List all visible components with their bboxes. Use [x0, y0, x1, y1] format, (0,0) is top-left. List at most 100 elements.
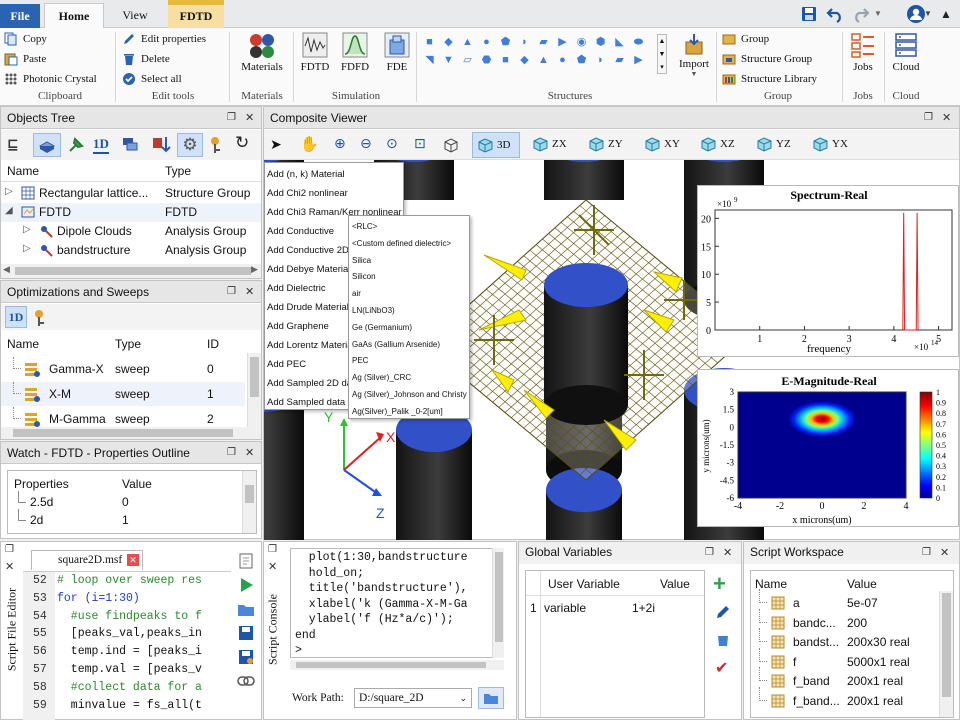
view-xz-button[interactable]: XZ: [696, 132, 744, 158]
materials-button[interactable]: Materials: [234, 32, 290, 73]
add-variable-icon[interactable]: +: [713, 573, 733, 595]
property-value[interactable]: 0: [122, 495, 129, 509]
close-panel-icon[interactable]: ✕: [245, 285, 254, 298]
v-scrollbar[interactable]: [492, 548, 504, 658]
pointer-icon[interactable]: ➤: [270, 136, 282, 153]
tab-file[interactable]: File: [0, 4, 40, 28]
property-value[interactable]: 1: [122, 513, 129, 527]
tree-row[interactable]: ▷ Dipole Clouds Analysis Group: [1, 222, 261, 241]
expand-toggle-icon[interactable]: ◢: [5, 205, 13, 216]
view-zx-button[interactable]: ZX: [528, 132, 576, 158]
structure-shape-icon[interactable]: ●: [555, 53, 570, 67]
apply-check-icon[interactable]: ✔: [715, 658, 728, 678]
zoom-fit-icon[interactable]: ⊙: [386, 135, 398, 152]
h-scrollbar[interactable]: ◀ ▶: [1, 264, 261, 278]
save-as-icon[interactable]: [237, 648, 255, 666]
close-panel-icon[interactable]: ✕: [940, 546, 949, 559]
undo-icon[interactable]: [826, 5, 844, 23]
redo-icon[interactable]: [852, 5, 870, 23]
workspace-row[interactable]: bandc... 200: [751, 608, 937, 632]
sweep-row[interactable]: Gamma-X sweep 0: [1, 357, 245, 381]
1d-sweep-icon[interactable]: 1D: [5, 306, 27, 328]
float-panel-icon[interactable]: ❐: [924, 112, 933, 123]
view-yx-button[interactable]: YX: [808, 132, 856, 158]
sweep-row[interactable]: M-Gamma sweep 2: [1, 407, 245, 431]
fdfd-button[interactable]: FDFD: [340, 32, 370, 73]
structure-shape-icon[interactable]: ⬟: [574, 53, 589, 67]
expand-toggle-icon[interactable]: ▷: [23, 243, 31, 254]
structure-shape-icon[interactable]: ◣: [612, 35, 627, 49]
submenu-item[interactable]: <Custom defined dielectric>: [352, 236, 468, 251]
refresh-icon[interactable]: ↻: [235, 133, 249, 153]
submenu-item[interactable]: GaAs (Gallium Arsenide): [352, 337, 468, 352]
float-panel-icon[interactable]: ❐: [227, 447, 236, 458]
perspective-cube-icon[interactable]: [442, 136, 460, 154]
expand-toggle-icon[interactable]: ▷: [5, 186, 13, 197]
console-output[interactable]: plot(1:30,bandstructure hold_on; title('…: [290, 548, 504, 658]
close-panel-icon[interactable]: ✕: [5, 560, 14, 573]
structure-shape-icon[interactable]: ▰: [612, 53, 627, 67]
pin-icon[interactable]: [67, 136, 85, 154]
redo-dropdown-icon[interactable]: ▼: [874, 9, 882, 18]
sweep-row[interactable]: X-M sweep 1: [1, 382, 245, 406]
submenu-item[interactable]: Silicon: [352, 269, 468, 284]
float-panel-icon[interactable]: ❐: [922, 547, 931, 558]
expand-toggle-icon[interactable]: ▷: [23, 224, 31, 235]
workspace-row[interactable]: f 5000x1 real: [751, 647, 937, 671]
workspace-row[interactable]: f_band 200x1 real: [751, 667, 937, 690]
tree-structure-icon[interactable]: ⊑: [7, 136, 19, 153]
key-icon[interactable]: [33, 308, 53, 328]
h-scrollbar[interactable]: [290, 660, 504, 670]
edit-properties-button[interactable]: Edit properties: [122, 32, 206, 46]
submenu-item[interactable]: LN(LiNbO3): [352, 303, 468, 318]
structure-shape-icon[interactable]: ▰: [536, 35, 551, 49]
variable-value[interactable]: 1+2i: [632, 601, 655, 615]
structure-group-button[interactable]: Structure Group: [722, 52, 812, 66]
fde-button[interactable]: FDE: [382, 32, 412, 73]
structure-shape-icon[interactable]: ■: [422, 35, 437, 49]
gear-icon[interactable]: ⚙: [177, 133, 203, 157]
submenu-item[interactable]: Ag(Silver)_Palik _0-2[um]: [352, 404, 468, 419]
float-panel-icon[interactable]: ❐: [268, 544, 277, 555]
structure-library-button[interactable]: Structure Library: [722, 72, 817, 86]
workspace-row[interactable]: f_band... 200x1 real: [751, 687, 937, 710]
photonic-crystal-button[interactable]: Photonic Crystal: [4, 72, 97, 86]
stack-icon[interactable]: [121, 136, 139, 154]
variable-name[interactable]: variable: [544, 601, 586, 615]
tree-row[interactable]: ▷ bandstructure Analysis Group: [1, 241, 261, 260]
view-3d-button[interactable]: 3D: [472, 132, 520, 158]
structure-shape-icon[interactable]: ⬣: [479, 53, 494, 67]
structure-shape-icon[interactable]: ▲: [536, 53, 551, 67]
workspace-row[interactable]: a 5e-07: [751, 589, 937, 612]
select-all-button[interactable]: Select all: [122, 72, 182, 86]
structure-shape-icon[interactable]: ◉: [574, 35, 589, 49]
copy-button[interactable]: Copy: [4, 32, 47, 46]
group-button[interactable]: Group: [722, 32, 769, 46]
zoom-out-icon[interactable]: ⊖: [360, 135, 372, 152]
tab-home[interactable]: Home: [44, 3, 104, 28]
structure-mode-icon[interactable]: [33, 133, 61, 157]
save-icon[interactable]: [800, 5, 818, 23]
paste-button[interactable]: Paste: [4, 52, 46, 66]
user-dropdown-icon[interactable]: ▼: [924, 9, 932, 18]
close-panel-icon[interactable]: ✕: [942, 111, 951, 124]
submenu-item[interactable]: Silica: [352, 253, 468, 268]
structure-shape-icon[interactable]: ⬢: [593, 35, 608, 49]
submenu-item[interactable]: Ge (Germanium): [352, 320, 468, 335]
view-yz-button[interactable]: YZ: [752, 132, 800, 158]
tree-row[interactable]: ▷ Rectangular lattice... Structure Group: [1, 184, 261, 203]
tree-row[interactable]: ◢ FDTD FDTD: [1, 203, 261, 222]
work-path-select[interactable]: D:/square_2D ⌄: [354, 688, 472, 708]
browse-folder-button[interactable]: [478, 687, 504, 709]
menu-item[interactable]: Add (n, k) Material: [267, 166, 401, 183]
fdtd-button[interactable]: FDTD: [300, 32, 330, 73]
gallery-scroll-control[interactable]: ▲ ▼ ▾: [657, 34, 667, 74]
edit-variable-icon[interactable]: [715, 604, 731, 620]
view-zy-button[interactable]: ZY: [584, 132, 632, 158]
structure-shape-icon[interactable]: ▼: [441, 53, 456, 67]
submenu-item[interactable]: Ag (Silver)_CRC: [352, 370, 468, 385]
structure-shape-icon[interactable]: ●: [479, 35, 494, 49]
view-xy-button[interactable]: XY: [640, 132, 688, 158]
float-panel-icon[interactable]: ❐: [227, 286, 236, 297]
key-icon[interactable]: [209, 135, 229, 155]
